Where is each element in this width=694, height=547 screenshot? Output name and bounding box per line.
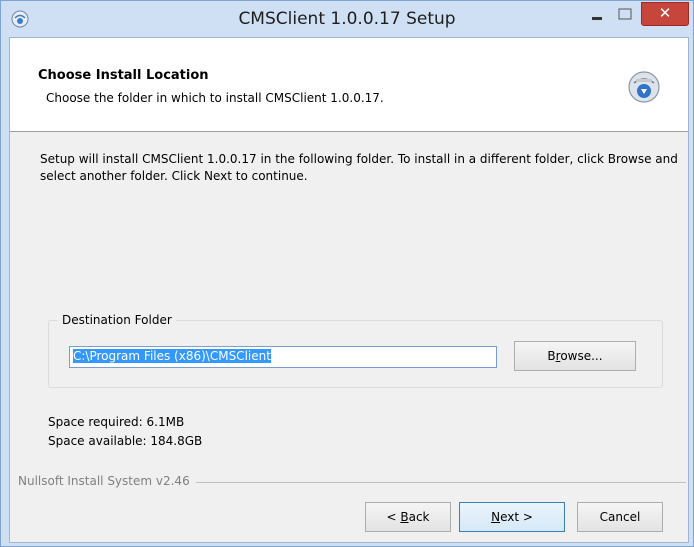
back-button[interactable]: < Back <box>365 502 451 532</box>
back-label-pre: < <box>386 510 401 524</box>
next-accelerator: N <box>491 510 501 524</box>
next-button[interactable]: Next > <box>459 502 565 532</box>
minimize-button[interactable] <box>584 3 610 29</box>
cancel-button[interactable]: Cancel <box>577 502 663 532</box>
client-area: Choose Install Location Choose the folde… <box>9 37 689 543</box>
browse-label-pre: B <box>547 349 556 363</box>
browse-button[interactable]: Browse... <box>514 341 636 371</box>
back-accelerator: B <box>400 510 409 524</box>
next-label-post: ext > <box>500 510 533 524</box>
browse-label-post: owse... <box>560 349 603 363</box>
close-icon: ✕ <box>658 4 672 22</box>
title-bar[interactable]: CMSClient 1.0.0.17 Setup ✕ <box>1 1 693 37</box>
page-header: Choose Install Location Choose the folde… <box>10 38 688 132</box>
page-subtitle: Choose the folder in which to install CM… <box>46 91 384 105</box>
back-label-post: ack <box>408 510 430 524</box>
destination-path-input[interactable]: C:\Program Files (x86)\CMSClient <box>69 346 497 368</box>
page-title: Choose Install Location <box>38 68 209 83</box>
install-disc-icon <box>628 71 660 103</box>
destination-group-label: Destination Folder <box>58 313 176 327</box>
setup-window: CMSClient 1.0.0.17 Setup ✕ Choose Instal… <box>0 0 694 547</box>
space-required: Space required: 6.1MB <box>48 415 185 429</box>
destination-path-value: C:\Program Files (x86)\CMSClient <box>73 349 271 363</box>
close-button[interactable]: ✕ <box>641 2 689 26</box>
intro-text: Setup will install CMSClient 1.0.0.17 in… <box>40 152 678 183</box>
space-available: Space available: 184.8GB <box>48 434 203 448</box>
installer-branding: Nullsoft Install System v2.46 <box>18 474 196 488</box>
maximize-button[interactable] <box>612 3 638 29</box>
